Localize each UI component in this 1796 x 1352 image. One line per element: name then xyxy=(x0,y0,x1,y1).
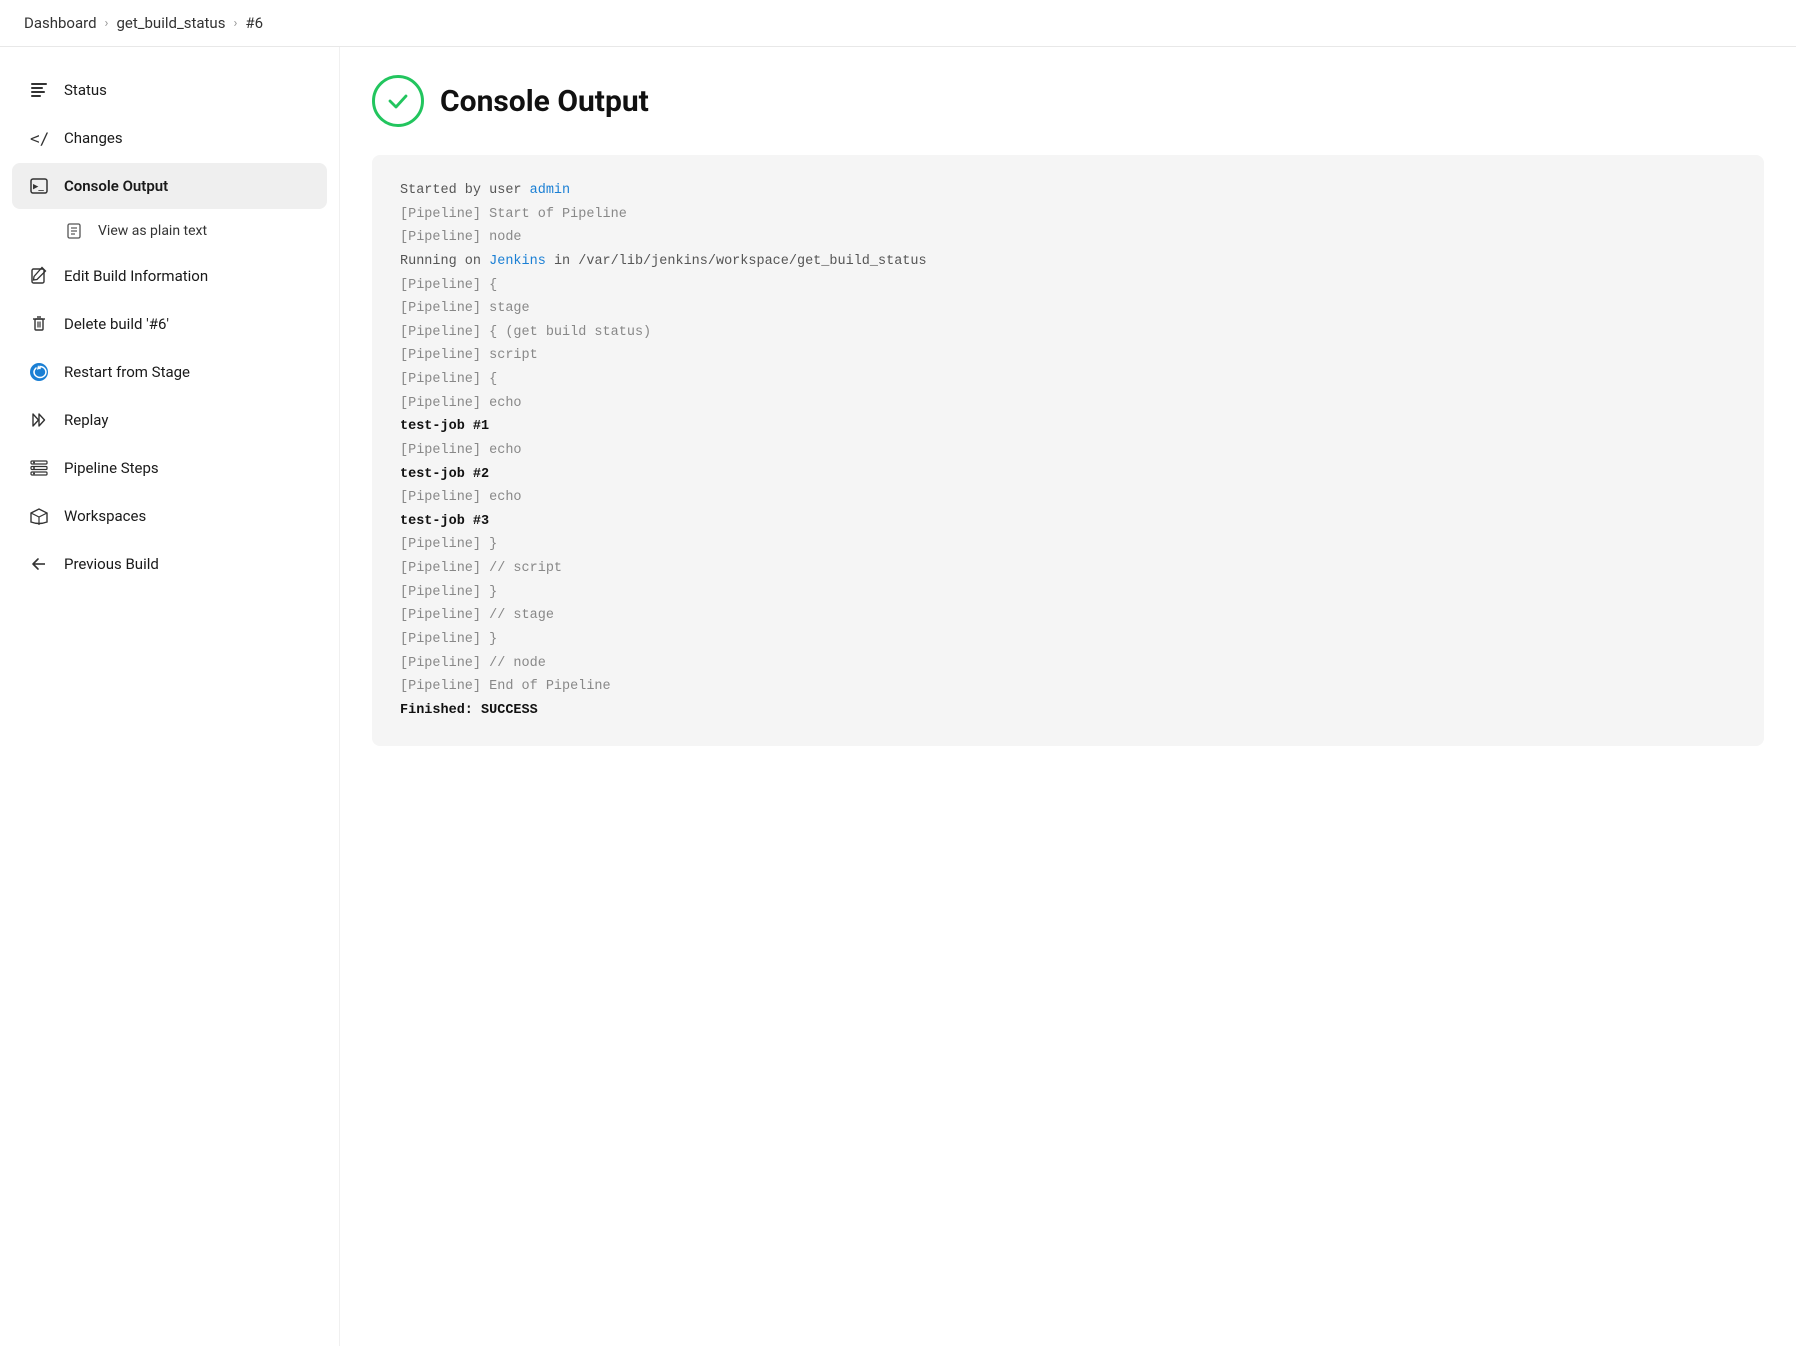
pipeline-steps-icon xyxy=(28,457,50,479)
sidebar-label-workspaces: Workspaces xyxy=(64,507,146,525)
sidebar-label-console-output: Console Output xyxy=(64,177,168,195)
sidebar-label-status: Status xyxy=(64,81,107,99)
sidebar-item-delete-build[interactable]: Delete build '#6' xyxy=(12,301,327,347)
console-line-12: test-job #2 xyxy=(400,463,1736,487)
console-line-22: Finished: SUCCESS xyxy=(400,699,1736,723)
console-line-1: [Pipeline] Start of Pipeline xyxy=(400,203,1736,227)
sidebar-item-replay[interactable]: Replay xyxy=(12,397,327,443)
sidebar-item-workspaces[interactable]: Workspaces xyxy=(12,493,327,539)
console-line-9: [Pipeline] echo xyxy=(400,392,1736,416)
console-line-11: [Pipeline] echo xyxy=(400,439,1736,463)
restart-icon xyxy=(28,361,50,383)
sidebar-item-edit-build[interactable]: Edit Build Information xyxy=(12,253,327,299)
page-header: Console Output xyxy=(372,75,1764,127)
main-layout: Status </> Changes ▶_ Console Output xyxy=(0,47,1796,1346)
workspaces-icon xyxy=(28,505,50,527)
delete-icon xyxy=(28,313,50,335)
breadcrumb-sep-2: › xyxy=(233,16,237,31)
console-line-19: [Pipeline] } xyxy=(400,628,1736,652)
console-output-block: Started by user admin [Pipeline] Start o… xyxy=(372,155,1764,746)
console-line-20: [Pipeline] // node xyxy=(400,652,1736,676)
sidebar-label-edit-build: Edit Build Information xyxy=(64,267,208,285)
sidebar-label-pipeline-steps: Pipeline Steps xyxy=(64,459,159,477)
success-icon xyxy=(372,75,424,127)
sidebar-item-pipeline-steps[interactable]: Pipeline Steps xyxy=(12,445,327,491)
sidebar-subitem-plain-text[interactable]: View as plain text xyxy=(12,211,327,251)
svg-text:</>: </> xyxy=(30,129,49,148)
console-line-13: [Pipeline] echo xyxy=(400,486,1736,510)
sidebar-item-console-output[interactable]: ▶_ Console Output xyxy=(12,163,327,209)
admin-link[interactable]: admin xyxy=(530,183,571,198)
console-line-16: [Pipeline] // script xyxy=(400,557,1736,581)
console-line-5: [Pipeline] stage xyxy=(400,297,1736,321)
changes-icon: </> xyxy=(28,127,50,149)
jenkins-link[interactable]: Jenkins xyxy=(489,254,546,269)
console-line-14: test-job #3 xyxy=(400,510,1736,534)
console-icon: ▶_ xyxy=(28,175,50,197)
edit-build-icon xyxy=(28,265,50,287)
status-icon xyxy=(28,79,50,101)
sidebar-label-restart-stage: Restart from Stage xyxy=(64,363,190,381)
console-line-15: [Pipeline] } xyxy=(400,533,1736,557)
console-line-10: test-job #1 xyxy=(400,415,1736,439)
console-line-3: Running on Jenkins in /var/lib/jenkins/w… xyxy=(400,250,1736,274)
sidebar-label-previous-build: Previous Build xyxy=(64,555,159,573)
console-line-6: [Pipeline] { (get build status) xyxy=(400,321,1736,345)
breadcrumb: Dashboard › get_build_status › #6 xyxy=(0,0,1796,47)
console-line-0: Started by user admin xyxy=(400,179,1736,203)
previous-icon xyxy=(28,553,50,575)
replay-icon xyxy=(28,409,50,431)
breadcrumb-job[interactable]: get_build_status xyxy=(116,14,225,32)
page-title: Console Output xyxy=(440,84,649,119)
console-line-17: [Pipeline] } xyxy=(400,581,1736,605)
sidebar-label-replay: Replay xyxy=(64,411,108,429)
sidebar-label-changes: Changes xyxy=(64,129,123,147)
console-line-2: [Pipeline] node xyxy=(400,226,1736,250)
sidebar: Status </> Changes ▶_ Console Output xyxy=(0,47,340,1346)
console-line-7: [Pipeline] script xyxy=(400,344,1736,368)
sidebar-item-status[interactable]: Status xyxy=(12,67,327,113)
breadcrumb-build[interactable]: #6 xyxy=(245,14,263,32)
console-line-4: [Pipeline] { xyxy=(400,274,1736,298)
main-content: Console Output Started by user admin [Pi… xyxy=(340,47,1796,1346)
console-line-18: [Pipeline] // stage xyxy=(400,604,1736,628)
sidebar-item-previous-build[interactable]: Previous Build xyxy=(12,541,327,587)
sidebar-item-changes[interactable]: </> Changes xyxy=(12,115,327,161)
breadcrumb-sep-1: › xyxy=(105,16,109,31)
sidebar-label-plain-text: View as plain text xyxy=(98,223,207,239)
svg-text:▶_: ▶_ xyxy=(33,182,44,192)
sidebar-label-delete-build: Delete build '#6' xyxy=(64,315,169,333)
breadcrumb-dashboard[interactable]: Dashboard xyxy=(24,14,97,32)
console-line-21: [Pipeline] End of Pipeline xyxy=(400,675,1736,699)
sidebar-item-restart-stage[interactable]: Restart from Stage xyxy=(12,349,327,395)
console-line-8: [Pipeline] { xyxy=(400,368,1736,392)
plain-text-icon xyxy=(64,221,84,241)
